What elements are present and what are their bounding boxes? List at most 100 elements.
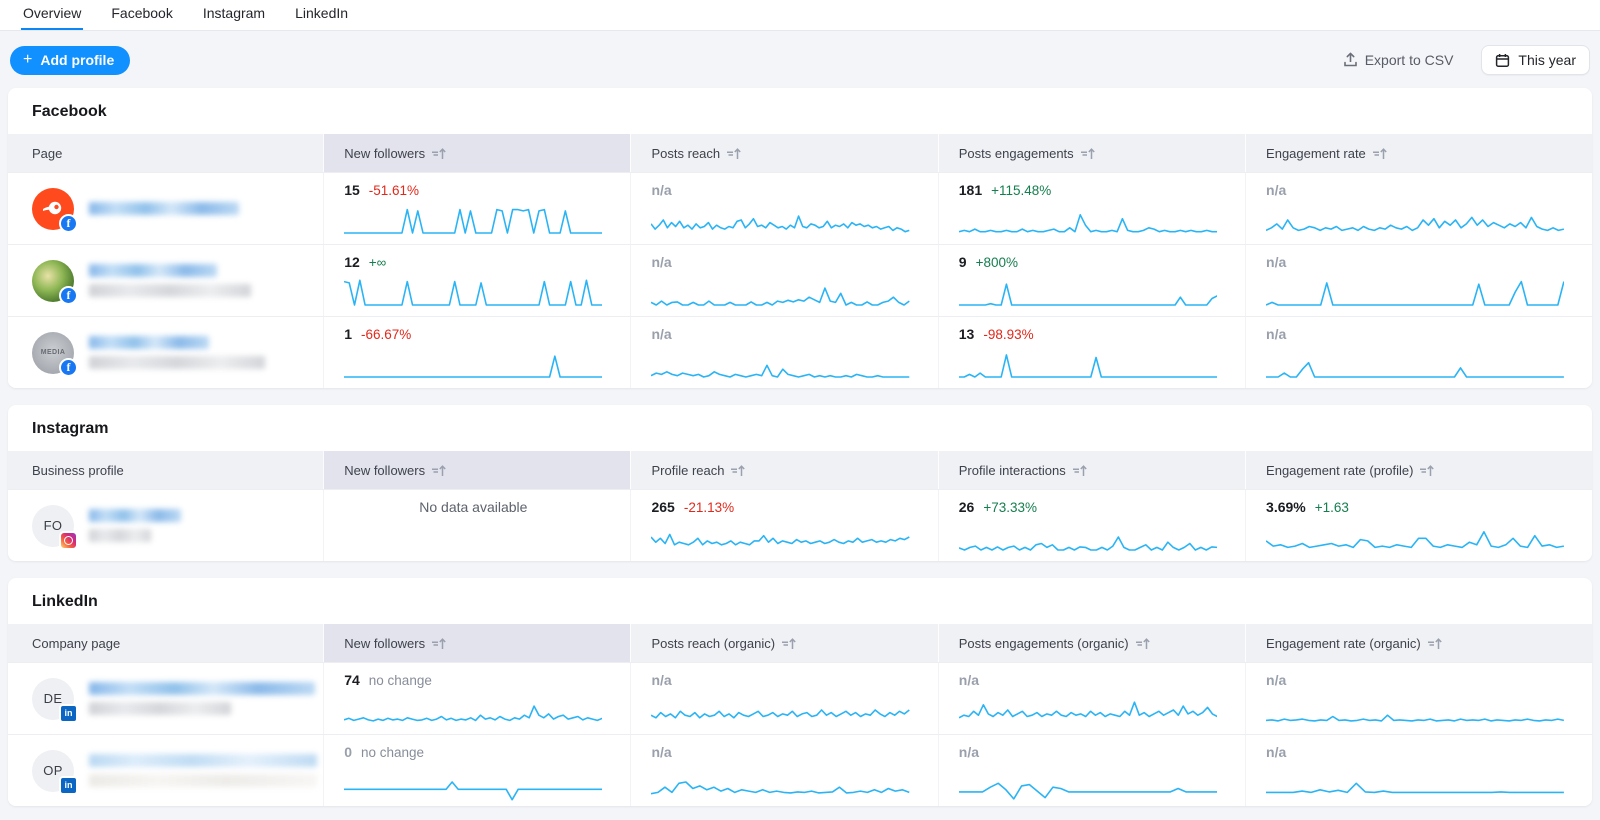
add-profile-button[interactable]: + Add profile xyxy=(10,46,130,75)
metric-cell: n/a xyxy=(1245,317,1592,388)
plus-icon: + xyxy=(23,52,32,68)
metric-value: 13 xyxy=(959,326,975,342)
sort-icon[interactable] xyxy=(726,147,742,161)
redacted-text-bar xyxy=(89,509,181,522)
metric-value: 3.69% xyxy=(1266,499,1306,515)
profile-cell[interactable]: f xyxy=(8,173,323,244)
sort-icon[interactable] xyxy=(431,464,447,478)
sort-icon[interactable] xyxy=(730,464,746,478)
profile-avatar: f xyxy=(32,188,74,230)
column-header[interactable]: Posts engagements xyxy=(938,134,1245,172)
column-header[interactable]: Profile interactions xyxy=(938,451,1245,489)
table-header-row: Business profileNew followersProfile rea… xyxy=(8,451,1592,489)
metric-value: n/a xyxy=(651,182,671,198)
tab-linkedin[interactable]: LinkedIn xyxy=(293,1,350,30)
redacted-profile-name xyxy=(89,682,315,715)
metric-cell: n/a xyxy=(630,245,937,316)
tab-instagram[interactable]: Instagram xyxy=(201,1,267,30)
entity-column-header: Business profile xyxy=(8,451,323,489)
tab-facebook[interactable]: Facebook xyxy=(109,1,174,30)
metric-value-line: n/a xyxy=(1266,326,1564,342)
metric-delta: +1.63 xyxy=(1315,500,1349,515)
metric-value-line: 265-21.13% xyxy=(651,499,909,515)
tab-overview[interactable]: Overview xyxy=(21,1,83,30)
metric-delta: +800% xyxy=(976,255,1018,270)
export-csv-label: Export to CSV xyxy=(1365,52,1454,68)
column-header[interactable]: New followers xyxy=(323,624,630,662)
redacted-text-bar xyxy=(89,682,315,695)
metric-value-line: n/a xyxy=(651,182,909,198)
redacted-profile-name xyxy=(89,754,317,787)
profile-avatar: MEDIAf xyxy=(32,332,74,374)
table-header-row: Page New followersPosts reachPosts engage… xyxy=(8,134,1592,172)
profile-cell[interactable]: DEin xyxy=(8,663,323,734)
metric-cell: n/a xyxy=(1245,735,1592,806)
sparkline-chart xyxy=(1266,347,1564,383)
column-header[interactable]: Posts reach xyxy=(630,134,937,172)
metric-delta: +∞ xyxy=(369,255,387,270)
metric-delta: no change xyxy=(361,745,424,760)
instagram-badge-icon xyxy=(59,531,78,550)
sort-icon[interactable] xyxy=(431,147,447,161)
table-row: f15-51.61%n/a181+115.48%n/a xyxy=(8,172,1592,244)
column-header[interactable]: Engagement rate (profile) xyxy=(1245,451,1592,489)
column-header[interactable]: New followers xyxy=(323,134,630,172)
sparkline-chart xyxy=(651,765,909,801)
metric-cell: 12 +∞ xyxy=(323,245,630,316)
metric-cell: 181+115.48% xyxy=(938,173,1245,244)
sort-icon[interactable] xyxy=(1135,637,1151,651)
column-header[interactable]: New followers xyxy=(323,451,630,489)
column-header[interactable]: Profile reach xyxy=(630,451,937,489)
sections-container: FacebookPageNew followersPosts reachPost… xyxy=(0,88,1600,806)
sparkline-chart xyxy=(959,693,1217,729)
profile-cell[interactable]: OPin xyxy=(8,735,323,806)
export-csv-button[interactable]: Export to CSV xyxy=(1337,51,1460,69)
metric-value: 0 xyxy=(344,744,352,760)
metric-value-line: n/a xyxy=(1266,254,1564,270)
date-range-button[interactable]: This year xyxy=(1481,45,1590,75)
metric-value-line: n/a xyxy=(651,254,909,270)
sparkline-chart xyxy=(344,347,602,383)
entity-column-header-label: Page xyxy=(32,146,62,161)
metric-value-line: 0 no change xyxy=(344,744,602,760)
metric-cell: n/a xyxy=(1245,173,1592,244)
column-header-label: New followers xyxy=(344,636,425,651)
metric-value-line: 26+73.33% xyxy=(959,499,1217,515)
column-header[interactable]: Engagement rate xyxy=(1245,134,1592,172)
metric-cell: n/a xyxy=(630,173,937,244)
redacted-profile-name xyxy=(89,264,251,297)
sort-icon[interactable] xyxy=(1072,464,1088,478)
profile-cell[interactable]: FO xyxy=(8,490,323,561)
metric-value-line: n/a xyxy=(1266,744,1564,760)
metric-delta: +73.33% xyxy=(983,500,1037,515)
metric-value-line: 15-51.61% xyxy=(344,182,602,198)
redacted-text-bar xyxy=(89,356,265,369)
metric-delta: -66.67% xyxy=(361,327,411,342)
profile-cell[interactable]: MEDIAf xyxy=(8,317,323,388)
column-header[interactable]: Engagement rate (organic) xyxy=(1245,624,1592,662)
metric-value: 12 xyxy=(344,254,360,270)
profile-cell[interactable]: f xyxy=(8,245,323,316)
section-title: Instagram xyxy=(8,405,1592,451)
sort-icon[interactable] xyxy=(781,637,797,651)
metric-value: 15 xyxy=(344,182,360,198)
redacted-profile-name xyxy=(89,336,265,369)
sort-icon[interactable] xyxy=(1427,637,1443,651)
sort-icon[interactable] xyxy=(1419,464,1435,478)
facebook-badge-icon: f xyxy=(59,214,78,233)
table-row: MEDIAf1-66.67%n/a13-98.93%n/a xyxy=(8,316,1592,388)
metric-cell: 265-21.13% xyxy=(630,490,937,561)
sort-icon[interactable] xyxy=(1372,147,1388,161)
sort-icon[interactable] xyxy=(1080,147,1096,161)
sort-icon[interactable] xyxy=(431,637,447,651)
metric-value-line: 74no change xyxy=(344,672,602,688)
sparkline-chart xyxy=(344,203,602,239)
profile-avatar: f xyxy=(32,260,74,302)
profile-avatar: OPin xyxy=(32,750,74,792)
date-range-label: This year xyxy=(1518,52,1576,68)
metric-value: n/a xyxy=(651,326,671,342)
column-header[interactable]: Posts engagements (organic) xyxy=(938,624,1245,662)
sparkline-chart xyxy=(344,275,602,311)
column-header[interactable]: Posts reach (organic) xyxy=(630,624,937,662)
metric-cell: 0 no change xyxy=(323,735,630,806)
